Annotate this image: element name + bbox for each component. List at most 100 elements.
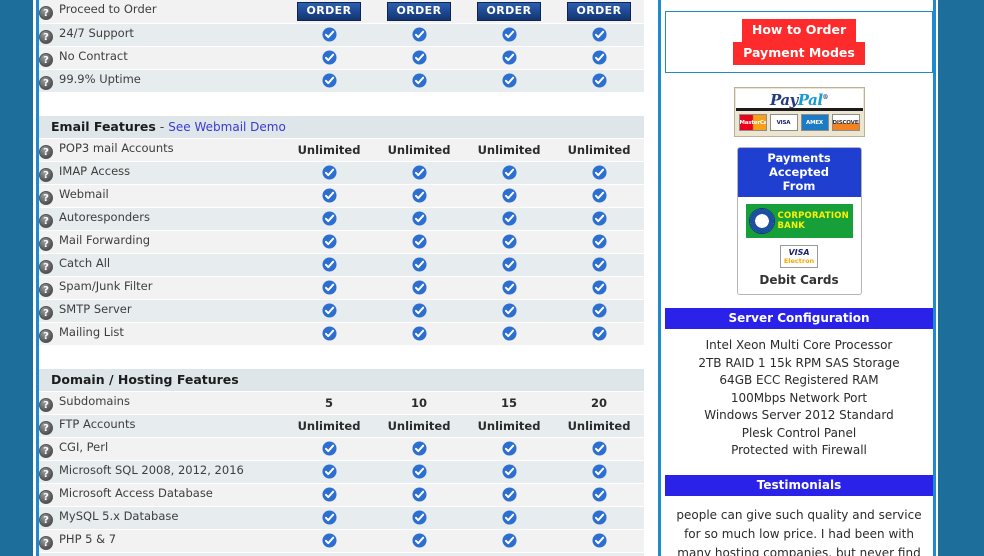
- order-cell: ORDER: [374, 0, 464, 24]
- corporation-bank-line1: CORPORATION: [777, 211, 849, 221]
- feature-included-cell: [284, 322, 374, 346]
- order-cell: ORDER: [284, 0, 374, 24]
- feature-included-cell: [284, 69, 374, 93]
- check-icon: [591, 211, 607, 226]
- feature-cell: ? Microsoft Access Database: [39, 483, 284, 507]
- corporation-bank-seal-icon: [748, 208, 775, 234]
- help-question-icon[interactable]: ?: [39, 282, 53, 297]
- feature-included-cell: [284, 460, 374, 484]
- help-question-icon[interactable]: ?: [39, 167, 53, 182]
- order-button-plan-4[interactable]: ORDER: [566, 1, 632, 21]
- help-question-icon[interactable]: ?: [39, 489, 53, 504]
- mastercard-icon: MasterCard: [738, 114, 767, 131]
- feature-included-cell: [284, 207, 374, 231]
- feature-included-cell: [374, 207, 464, 231]
- section-title: Domain / Hosting Features: [51, 372, 239, 387]
- check-icon: [411, 510, 427, 525]
- feature-included-cell: [374, 276, 464, 300]
- feature-cell: ? FTP Accounts: [39, 414, 284, 438]
- help-question-icon[interactable]: ?: [39, 6, 53, 21]
- feature-included-cell: [284, 23, 374, 47]
- section-title: Email Features - See Webmail Demo: [51, 119, 286, 134]
- feature-included-cell: [374, 253, 464, 277]
- left-decorative-band: [0, 0, 33, 556]
- table-row: ? Mail Forwarding: [39, 230, 644, 254]
- feature-included-cell: [464, 46, 554, 70]
- help-question-icon[interactable]: ?: [39, 236, 53, 251]
- how-to-order-button[interactable]: How to Order: [741, 19, 857, 42]
- visa-electron-line2: Electron: [783, 257, 815, 265]
- check-icon: [411, 165, 427, 180]
- value-cell: Unlimited: [284, 414, 374, 438]
- feature-included-cell: [284, 529, 374, 553]
- webmail-demo-link[interactable]: See Webmail Demo: [168, 120, 286, 134]
- help-question-icon[interactable]: ?: [39, 259, 53, 274]
- check-icon: [501, 464, 517, 479]
- feature-label: POP3 mail Accounts: [59, 140, 174, 155]
- help-question-icon[interactable]: ?: [39, 144, 53, 159]
- help-question-icon[interactable]: ?: [39, 305, 53, 320]
- check-icon: [591, 234, 607, 249]
- table-row: ? Catch All: [39, 253, 644, 277]
- feature-cell: ? Mail Forwarding: [39, 230, 284, 254]
- debit-cards-label: Debit Cards: [759, 273, 839, 287]
- help-question-icon[interactable]: ?: [39, 535, 53, 550]
- help-question-icon[interactable]: ?: [39, 466, 53, 481]
- table-row: ? Spam/Junk Filter: [39, 276, 644, 300]
- table-row: ? Microsoft SQL 2008, 2012, 2016: [39, 460, 644, 484]
- feature-included-cell: [554, 299, 644, 323]
- feature-included-cell: [464, 483, 554, 507]
- feature-label: Proceed to Order: [59, 2, 157, 17]
- check-icon: [591, 441, 607, 456]
- payments-accepted-line2: From: [782, 179, 816, 193]
- feature-included-cell: [554, 253, 644, 277]
- feature-included-cell: [374, 299, 464, 323]
- feature-included-cell: [554, 437, 644, 461]
- table-row: ? PHP 5 & 7: [39, 529, 644, 553]
- feature-included-cell: [374, 506, 464, 530]
- feature-included-cell: [464, 552, 554, 556]
- server-config-line: Windows Server 2012 Standard: [704, 408, 894, 422]
- feature-included-cell: [554, 506, 644, 530]
- table-row: ? FTP Accounts Unlimited Unlimited Unlimited…: [39, 414, 644, 438]
- table-row: ? SMTP Server: [39, 299, 644, 323]
- feature-included-cell: [554, 184, 644, 208]
- help-question-icon[interactable]: ?: [39, 512, 53, 527]
- check-icon: [321, 464, 337, 479]
- help-question-icon[interactable]: ?: [39, 52, 53, 67]
- check-icon: [321, 234, 337, 249]
- feature-included-cell: [374, 552, 464, 556]
- testimonials-panel: Testimonials people can give such qualit…: [665, 474, 933, 556]
- payments-accepted-box: Payments Accepted From CORPORATION BANK …: [736, 147, 862, 295]
- order-button-plan-1[interactable]: ORDER: [296, 1, 362, 21]
- feature-included-cell: [554, 230, 644, 254]
- help-question-icon[interactable]: ?: [39, 443, 53, 458]
- page-root: ? Proceed to Order ORDER ORDER ORDER ORDER? 24…: [0, 0, 984, 556]
- feature-included-cell: [464, 506, 554, 530]
- feature-cell: ? MySQL 5.x Database: [39, 506, 284, 530]
- order-button-plan-3[interactable]: ORDER: [476, 1, 542, 21]
- help-question-icon[interactable]: ?: [39, 328, 53, 343]
- check-icon: [321, 441, 337, 456]
- check-icon: [501, 165, 517, 180]
- feature-included-cell: [464, 230, 554, 254]
- help-question-icon[interactable]: ?: [39, 397, 53, 412]
- column-divider: [658, 0, 661, 556]
- feature-cell: ? Autoresponders: [39, 207, 284, 231]
- feature-label: IMAP Access: [59, 163, 131, 178]
- feature-included-cell: [464, 460, 554, 484]
- feature-included-cell: [374, 322, 464, 346]
- check-icon: [591, 510, 607, 525]
- plan-comparison-table: ? Proceed to Order ORDER ORDER ORDER ORDER? 24…: [39, 0, 644, 556]
- help-question-icon[interactable]: ?: [39, 190, 53, 205]
- server-config-line: 100Mbps Network Port: [730, 390, 868, 405]
- order-button-plan-2[interactable]: ORDER: [386, 1, 452, 21]
- payment-modes-button[interactable]: Payment Modes: [733, 42, 865, 65]
- check-icon: [591, 533, 607, 548]
- help-question-icon[interactable]: ?: [39, 75, 53, 90]
- help-question-icon[interactable]: ?: [39, 420, 53, 435]
- right-decorative-band: [938, 0, 984, 556]
- feature-included-cell: [464, 184, 554, 208]
- help-question-icon[interactable]: ?: [39, 213, 53, 228]
- help-question-icon[interactable]: ?: [39, 29, 53, 44]
